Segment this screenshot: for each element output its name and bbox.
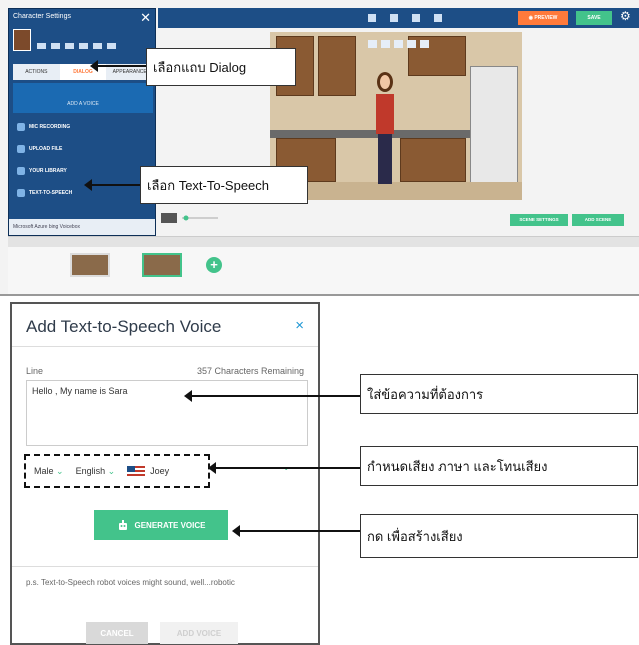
avatar (13, 29, 31, 51)
tool-icon[interactable] (65, 43, 74, 49)
scene-thumbnail[interactable] (70, 253, 110, 277)
us-flag-icon (127, 465, 146, 477)
preview-button[interactable]: ◉ PREVIEW (518, 11, 568, 25)
callout-dialog-tab: เลือกแถบ Dialog (146, 48, 296, 86)
top-toolbar: ◉ PREVIEW SAVE ⚙ (158, 8, 639, 28)
menu-item-mic-recording[interactable]: MIC RECORDING (13, 119, 153, 135)
tts-dialog: Add Text-to-Speech Voice × Line 357 Char… (10, 302, 320, 645)
fridge (470, 66, 518, 196)
arrow (232, 525, 360, 537)
arrow (84, 179, 140, 191)
menu-item-label: MIC RECORDING (29, 124, 71, 130)
scene-thumbnail[interactable] (142, 253, 182, 277)
close-icon[interactable]: ✕ (140, 10, 151, 26)
library-icon (17, 167, 25, 175)
callout-generate: กด เพื่อสร้างเสียง (360, 514, 638, 558)
editor-screenshot: Character Settings ✕ ACTIONS DIALOG APPE… (0, 0, 639, 296)
toolbar-icons (368, 14, 442, 22)
cabinet (400, 138, 466, 182)
generate-voice-button[interactable]: GENERATE VOICE (94, 510, 228, 540)
arrow (90, 60, 146, 72)
close-icon[interactable]: × (295, 317, 304, 334)
robot-note: p.s. Text-to-Speech robot voices might s… (26, 578, 235, 587)
tool-icon[interactable] (51, 43, 60, 49)
panel-footer: Microsoft Azure bing Voicebox (9, 219, 155, 235)
tab-actions[interactable]: ACTIONS (13, 64, 60, 80)
tool-icon[interactable] (79, 43, 88, 49)
callout-tts: เลือก Text-To-Speech (140, 166, 308, 204)
cursor-icon[interactable] (368, 14, 376, 22)
tool-icon[interactable] (37, 43, 46, 49)
tool-icon[interactable] (368, 40, 377, 48)
tool-icon[interactable] (93, 43, 102, 49)
cabinet (318, 36, 356, 96)
volume-slider[interactable] (160, 210, 220, 226)
scene-settings-button[interactable]: SCENE SETTINGS (510, 214, 568, 226)
undo-icon[interactable] (390, 14, 398, 22)
gender-select[interactable]: Male ⌄ (34, 466, 64, 477)
save-button[interactable]: SAVE (576, 11, 612, 25)
tool-icon[interactable] (407, 40, 416, 48)
timeline: + (8, 236, 639, 294)
add-scene-button[interactable]: ADD SCENE (572, 214, 624, 226)
tool-icon[interactable] (381, 40, 390, 48)
menu-item-text-to-speech[interactable]: TEXT-TO-SPEECH (13, 185, 153, 201)
speech-icon (17, 189, 25, 197)
language-value: English (75, 465, 106, 476)
chars-remaining: 357 Characters Remaining (196, 366, 304, 376)
menu-item-label: TEXT-TO-SPEECH (29, 190, 73, 196)
language-select[interactable]: English ⌄ (76, 466, 116, 477)
menu-item-upload-file[interactable]: UPLOAD FILE (13, 141, 153, 157)
voice-value: Joey (150, 466, 170, 476)
voice-select[interactable]: Joey (127, 465, 170, 477)
add-voice-header: ADD A VOICE (13, 83, 153, 113)
generate-voice-label: GENERATE VOICE (134, 520, 206, 530)
menu-item-label: YOUR LIBRARY (29, 168, 67, 174)
add-voice-label: ADD A VOICE (67, 101, 99, 107)
gender-value: Male (34, 465, 54, 476)
tool-icon[interactable] (394, 40, 403, 48)
line-textarea[interactable]: Hello , My name is Sara (26, 380, 308, 446)
add-voice-button[interactable]: ADD VOICE (160, 622, 238, 644)
menu-item-your-library[interactable]: YOUR LIBRARY (13, 163, 153, 179)
tool-icon[interactable] (107, 43, 116, 49)
divider (12, 566, 318, 567)
arrow (208, 462, 360, 474)
line-label: Line (26, 366, 44, 376)
arrow (184, 390, 360, 402)
character-settings-panel: Character Settings ✕ ACTIONS DIALOG APPE… (8, 8, 156, 236)
character-toolbar (37, 43, 116, 49)
character-body (376, 94, 394, 134)
cancel-button[interactable]: CANCEL (86, 622, 148, 644)
upload-icon (17, 145, 25, 153)
chevron-down-icon: ⌄ (56, 465, 64, 476)
counter (270, 130, 470, 138)
redo-icon[interactable] (412, 14, 420, 22)
chevron-down-icon: ⌄ (107, 465, 116, 476)
character-legs (378, 134, 392, 184)
microphone-icon (17, 123, 25, 131)
character-head (377, 72, 393, 92)
callout-line: ใส่ข้อความที่ต้องการ (360, 374, 638, 414)
dialog-title: Add Text-to-Speech Voice (26, 317, 222, 336)
timeline-ruler (8, 237, 639, 247)
panel-title: Character Settings (13, 13, 71, 20)
divider (12, 346, 318, 347)
gear-icon[interactable]: ⚙ (620, 9, 631, 23)
tool-icon[interactable] (420, 40, 429, 48)
delete-icon[interactable] (434, 14, 442, 22)
character-figure[interactable] (374, 72, 396, 190)
voice-options: Male ⌄ English ⌄ Joey (24, 454, 210, 488)
robot-icon (118, 520, 127, 530)
character-toolbar (368, 40, 429, 48)
callout-voice: กำหนดเสียง ภาษา และโทนเสียง (360, 446, 638, 486)
menu-item-label: UPLOAD FILE (29, 146, 63, 152)
add-scene-icon[interactable]: + (206, 257, 222, 273)
